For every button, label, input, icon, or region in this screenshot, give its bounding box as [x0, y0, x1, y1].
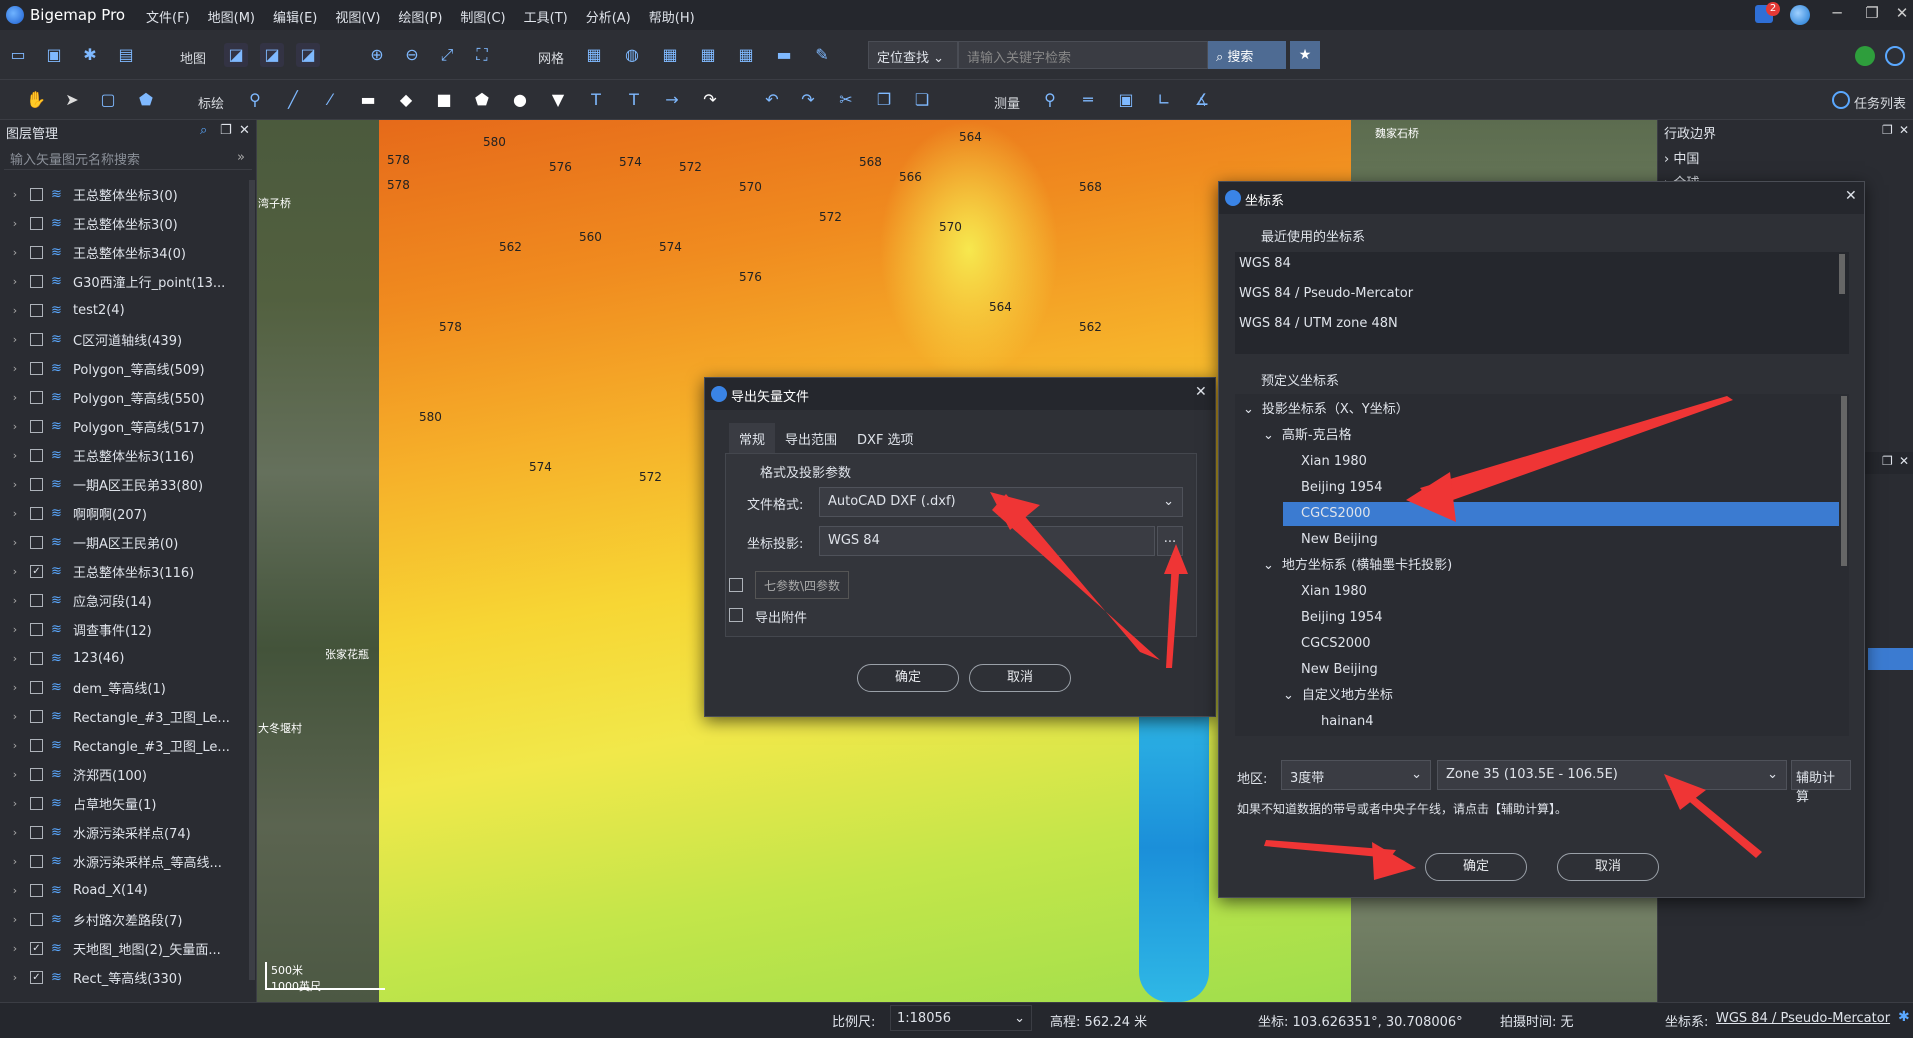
- settings-icon[interactable]: ✱: [1898, 1009, 1910, 1025]
- arrow-ok-head: [1372, 842, 1416, 880]
- scale-select[interactable]: 1:18056 ⌄: [890, 1005, 1032, 1031]
- arrow-projection: [1166, 560, 1180, 668]
- capture-time: 拍摄时间: 无: [1500, 1015, 1574, 1030]
- arrow-projection-head: [1164, 544, 1188, 574]
- annotation-arrows: [990, 396, 1762, 880]
- crs-status-link[interactable]: WGS 84 / Pseudo-Mercator: [1716, 1011, 1890, 1026]
- chevron-down-icon: ⌄: [1014, 1011, 1025, 1026]
- elevation-readout: 高程: 562.24 米: [1050, 1015, 1148, 1030]
- arrow-cgcs2000-head: [1406, 472, 1456, 522]
- red-arrow-shapes: [990, 396, 1762, 880]
- scale-label: 比例尺:: [832, 1015, 876, 1030]
- scale-value: 1:18056: [897, 1011, 952, 1026]
- crs-status-label: 坐标系:: [1665, 1015, 1709, 1030]
- coordinate-readout: 坐标: 103.626351°, 30.708006°: [1258, 1015, 1463, 1030]
- arrow-cgcs2000: [1420, 396, 1733, 506]
